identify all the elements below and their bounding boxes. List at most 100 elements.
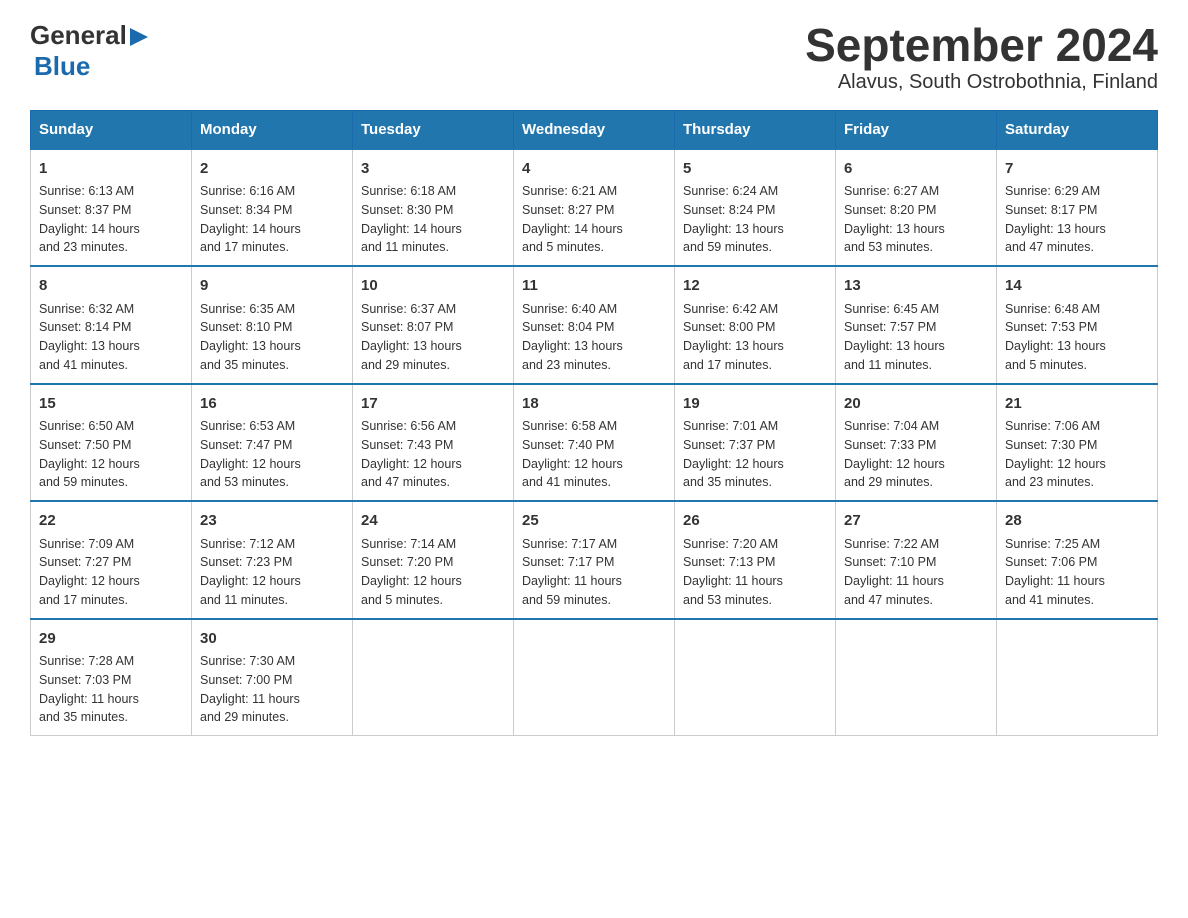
- day-number: 23: [200, 510, 344, 533]
- day-number: 2: [200, 158, 344, 181]
- day-info: Sunrise: 7:17 AMSunset: 7:17 PMDaylight:…: [522, 535, 666, 610]
- calendar-subtitle: Alavus, South Ostrobothnia, Finland: [805, 71, 1158, 94]
- day-info: Sunrise: 6:29 AMSunset: 8:17 PMDaylight:…: [1005, 182, 1149, 257]
- calendar-week-row: 8Sunrise: 6:32 AMSunset: 8:14 PMDaylight…: [31, 266, 1158, 384]
- calendar-cell: 28Sunrise: 7:25 AMSunset: 7:06 PMDayligh…: [997, 501, 1158, 619]
- day-info: Sunrise: 6:13 AMSunset: 8:37 PMDaylight:…: [39, 182, 183, 257]
- day-info: Sunrise: 6:37 AMSunset: 8:07 PMDaylight:…: [361, 300, 505, 375]
- day-number: 30: [200, 628, 344, 651]
- day-number: 8: [39, 275, 183, 298]
- day-number: 28: [1005, 510, 1149, 533]
- day-number: 14: [1005, 275, 1149, 298]
- day-number: 9: [200, 275, 344, 298]
- calendar-day-header: Monday: [192, 110, 353, 149]
- calendar-cell: 4Sunrise: 6:21 AMSunset: 8:27 PMDaylight…: [514, 149, 675, 267]
- calendar-cell: 10Sunrise: 6:37 AMSunset: 8:07 PMDayligh…: [353, 266, 514, 384]
- day-number: 11: [522, 275, 666, 298]
- day-info: Sunrise: 6:35 AMSunset: 8:10 PMDaylight:…: [200, 300, 344, 375]
- day-number: 21: [1005, 393, 1149, 416]
- calendar-cell: 18Sunrise: 6:58 AMSunset: 7:40 PMDayligh…: [514, 384, 675, 502]
- day-number: 18: [522, 393, 666, 416]
- day-info: Sunrise: 6:58 AMSunset: 7:40 PMDaylight:…: [522, 417, 666, 492]
- calendar-week-row: 15Sunrise: 6:50 AMSunset: 7:50 PMDayligh…: [31, 384, 1158, 502]
- calendar-day-header: Thursday: [675, 110, 836, 149]
- calendar-cell: 1Sunrise: 6:13 AMSunset: 8:37 PMDaylight…: [31, 149, 192, 267]
- day-info: Sunrise: 7:25 AMSunset: 7:06 PMDaylight:…: [1005, 535, 1149, 610]
- day-number: 7: [1005, 158, 1149, 181]
- day-info: Sunrise: 7:04 AMSunset: 7:33 PMDaylight:…: [844, 417, 988, 492]
- calendar-cell: 19Sunrise: 7:01 AMSunset: 7:37 PMDayligh…: [675, 384, 836, 502]
- calendar-cell: 14Sunrise: 6:48 AMSunset: 7:53 PMDayligh…: [997, 266, 1158, 384]
- day-info: Sunrise: 6:40 AMSunset: 8:04 PMDaylight:…: [522, 300, 666, 375]
- day-info: Sunrise: 6:18 AMSunset: 8:30 PMDaylight:…: [361, 182, 505, 257]
- page-header: General Blue September 2024 Alavus, Sout…: [30, 20, 1158, 94]
- day-number: 4: [522, 158, 666, 181]
- logo-blue-text: Blue: [34, 51, 90, 82]
- calendar-cell: 2Sunrise: 6:16 AMSunset: 8:34 PMDaylight…: [192, 149, 353, 267]
- calendar-cell: 8Sunrise: 6:32 AMSunset: 8:14 PMDaylight…: [31, 266, 192, 384]
- calendar-cell: 21Sunrise: 7:06 AMSunset: 7:30 PMDayligh…: [997, 384, 1158, 502]
- day-info: Sunrise: 6:53 AMSunset: 7:47 PMDaylight:…: [200, 417, 344, 492]
- calendar-cell: 15Sunrise: 6:50 AMSunset: 7:50 PMDayligh…: [31, 384, 192, 502]
- calendar-cell: 5Sunrise: 6:24 AMSunset: 8:24 PMDaylight…: [675, 149, 836, 267]
- day-number: 27: [844, 510, 988, 533]
- day-info: Sunrise: 7:30 AMSunset: 7:00 PMDaylight:…: [200, 652, 344, 727]
- day-info: Sunrise: 7:12 AMSunset: 7:23 PMDaylight:…: [200, 535, 344, 610]
- calendar-cell: [836, 619, 997, 736]
- day-number: 24: [361, 510, 505, 533]
- day-number: 20: [844, 393, 988, 416]
- calendar-week-row: 29Sunrise: 7:28 AMSunset: 7:03 PMDayligh…: [31, 619, 1158, 736]
- day-info: Sunrise: 6:50 AMSunset: 7:50 PMDaylight:…: [39, 417, 183, 492]
- calendar-day-header: Saturday: [997, 110, 1158, 149]
- calendar-cell: 29Sunrise: 7:28 AMSunset: 7:03 PMDayligh…: [31, 619, 192, 736]
- calendar-cell: 23Sunrise: 7:12 AMSunset: 7:23 PMDayligh…: [192, 501, 353, 619]
- calendar-cell: 25Sunrise: 7:17 AMSunset: 7:17 PMDayligh…: [514, 501, 675, 619]
- day-info: Sunrise: 7:09 AMSunset: 7:27 PMDaylight:…: [39, 535, 183, 610]
- day-info: Sunrise: 6:56 AMSunset: 7:43 PMDaylight:…: [361, 417, 505, 492]
- calendar-cell: 9Sunrise: 6:35 AMSunset: 8:10 PMDaylight…: [192, 266, 353, 384]
- day-number: 13: [844, 275, 988, 298]
- day-number: 26: [683, 510, 827, 533]
- calendar-day-header: Wednesday: [514, 110, 675, 149]
- calendar-day-header: Tuesday: [353, 110, 514, 149]
- calendar-day-header: Sunday: [31, 110, 192, 149]
- day-number: 19: [683, 393, 827, 416]
- calendar-day-header: Friday: [836, 110, 997, 149]
- logo-general-text: General: [30, 20, 127, 51]
- day-info: Sunrise: 6:21 AMSunset: 8:27 PMDaylight:…: [522, 182, 666, 257]
- calendar-cell: 27Sunrise: 7:22 AMSunset: 7:10 PMDayligh…: [836, 501, 997, 619]
- calendar-table: SundayMondayTuesdayWednesdayThursdayFrid…: [30, 110, 1158, 737]
- day-number: 29: [39, 628, 183, 651]
- calendar-week-row: 1Sunrise: 6:13 AMSunset: 8:37 PMDaylight…: [31, 149, 1158, 267]
- day-number: 17: [361, 393, 505, 416]
- calendar-cell: 24Sunrise: 7:14 AMSunset: 7:20 PMDayligh…: [353, 501, 514, 619]
- calendar-title: September 2024: [805, 20, 1158, 71]
- calendar-cell: 17Sunrise: 6:56 AMSunset: 7:43 PMDayligh…: [353, 384, 514, 502]
- day-number: 22: [39, 510, 183, 533]
- day-number: 6: [844, 158, 988, 181]
- day-number: 25: [522, 510, 666, 533]
- day-number: 1: [39, 158, 183, 181]
- calendar-cell: 30Sunrise: 7:30 AMSunset: 7:00 PMDayligh…: [192, 619, 353, 736]
- calendar-week-row: 22Sunrise: 7:09 AMSunset: 7:27 PMDayligh…: [31, 501, 1158, 619]
- day-number: 10: [361, 275, 505, 298]
- day-info: Sunrise: 6:45 AMSunset: 7:57 PMDaylight:…: [844, 300, 988, 375]
- calendar-cell: 26Sunrise: 7:20 AMSunset: 7:13 PMDayligh…: [675, 501, 836, 619]
- calendar-cell: 7Sunrise: 6:29 AMSunset: 8:17 PMDaylight…: [997, 149, 1158, 267]
- day-info: Sunrise: 6:32 AMSunset: 8:14 PMDaylight:…: [39, 300, 183, 375]
- day-info: Sunrise: 6:42 AMSunset: 8:00 PMDaylight:…: [683, 300, 827, 375]
- calendar-cell: 11Sunrise: 6:40 AMSunset: 8:04 PMDayligh…: [514, 266, 675, 384]
- day-number: 3: [361, 158, 505, 181]
- calendar-cell: 6Sunrise: 6:27 AMSunset: 8:20 PMDaylight…: [836, 149, 997, 267]
- day-number: 15: [39, 393, 183, 416]
- day-info: Sunrise: 7:14 AMSunset: 7:20 PMDaylight:…: [361, 535, 505, 610]
- day-info: Sunrise: 6:16 AMSunset: 8:34 PMDaylight:…: [200, 182, 344, 257]
- calendar-cell: 22Sunrise: 7:09 AMSunset: 7:27 PMDayligh…: [31, 501, 192, 619]
- day-info: Sunrise: 7:06 AMSunset: 7:30 PMDaylight:…: [1005, 417, 1149, 492]
- calendar-cell: [514, 619, 675, 736]
- day-info: Sunrise: 6:27 AMSunset: 8:20 PMDaylight:…: [844, 182, 988, 257]
- calendar-cell: 12Sunrise: 6:42 AMSunset: 8:00 PMDayligh…: [675, 266, 836, 384]
- logo-arrow-icon: [128, 26, 150, 48]
- logo: General Blue: [30, 20, 150, 82]
- day-number: 16: [200, 393, 344, 416]
